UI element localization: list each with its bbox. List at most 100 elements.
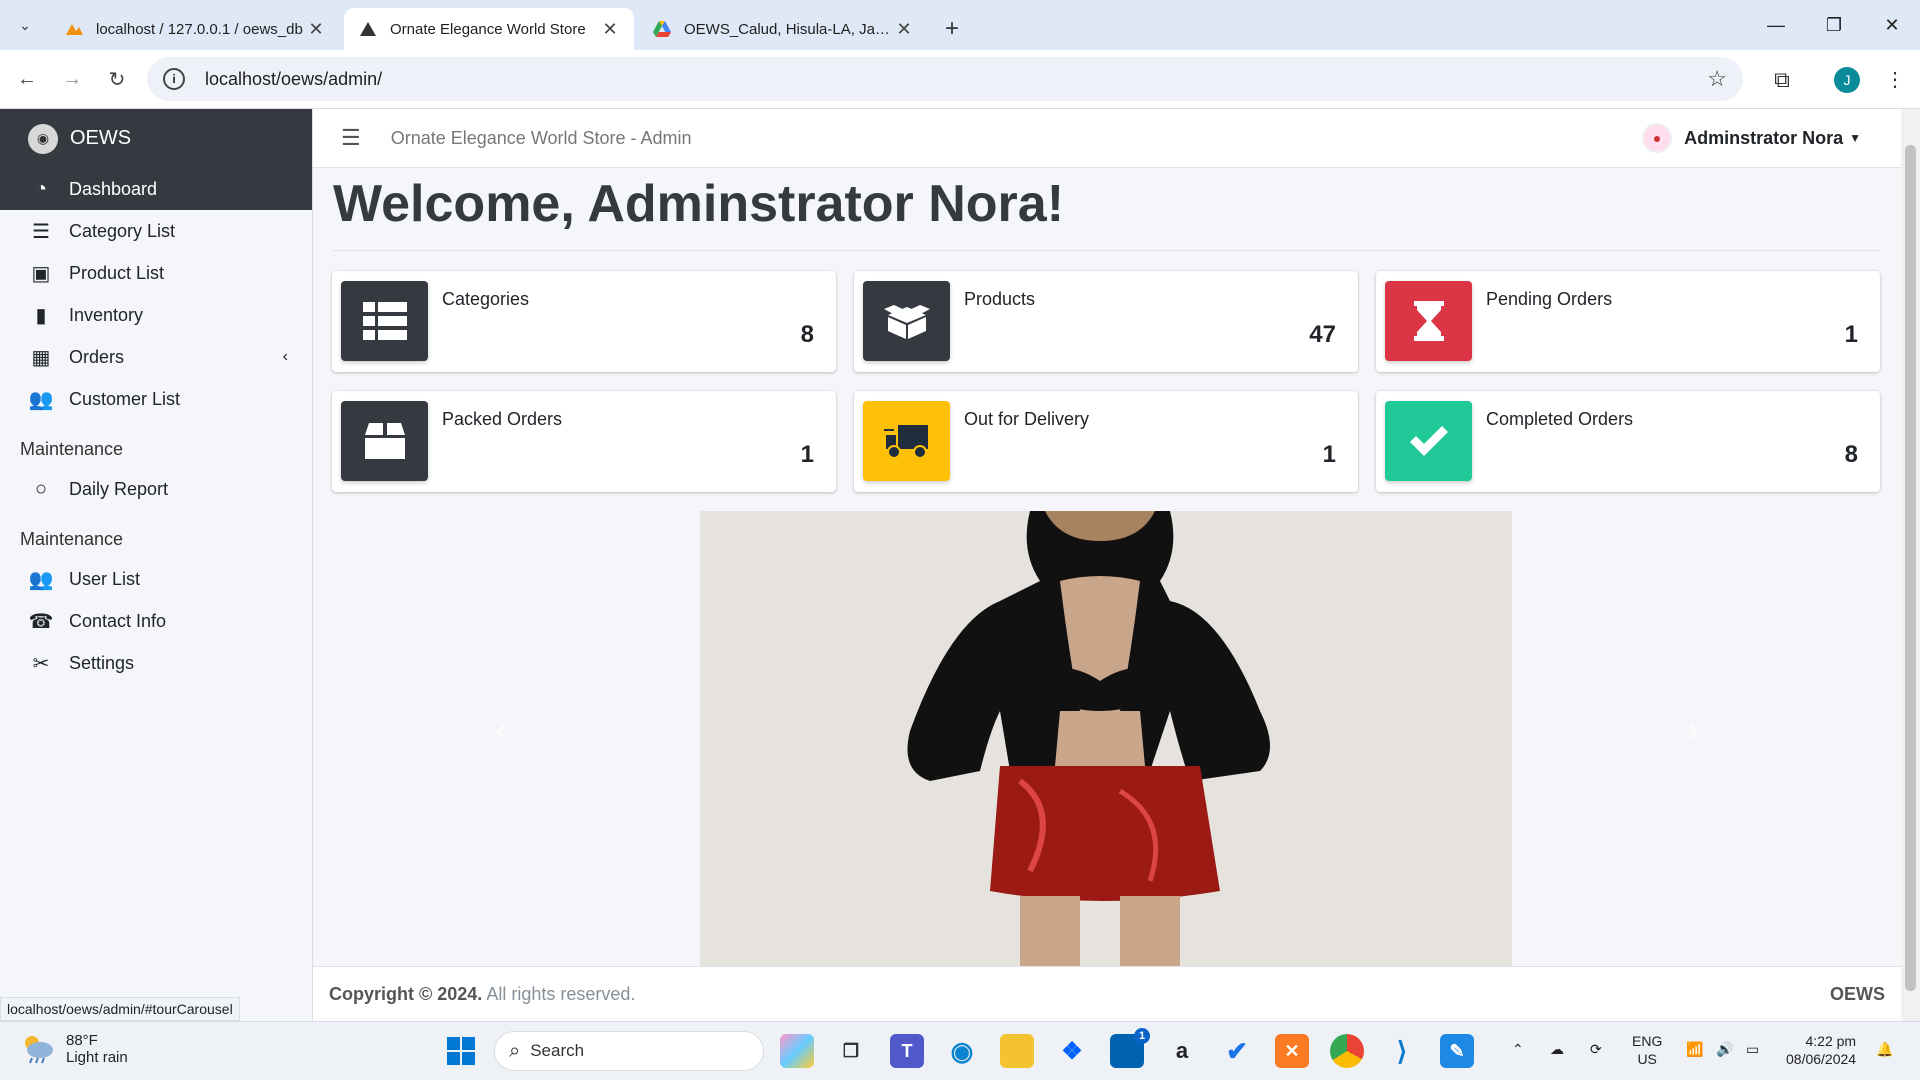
sidebar-item-label: Settings [69, 652, 135, 673]
language-code: ENG [1632, 1033, 1663, 1049]
sidebar-section-header: Maintenance [20, 439, 124, 459]
reload-button[interactable]: ↻ [99, 61, 135, 97]
browser-tab[interactable]: OEWS_Calud, Hisula-LA, Jayecti ✕ [638, 8, 928, 50]
clock[interactable]: 4:22 pm 08/06/2024 [1786, 1032, 1856, 1068]
sidebar-item-contact-info[interactable]: ☎ Contact Info [0, 600, 312, 642]
clock-time: 4:22 pm [1805, 1033, 1857, 1049]
windows-taskbar: 88°F Light rain ⌕ Search ❒ T ◉ ❖ 1 a ✔ ✕… [0, 1021, 1920, 1080]
teams-icon[interactable]: T [890, 1034, 924, 1068]
address-input[interactable]: i localhost/oews/admin/ ☆ [147, 57, 1743, 101]
minimize-button[interactable]: — [1748, 0, 1804, 50]
sync-icon[interactable]: ⟳ [1590, 1040, 1602, 1058]
sidebar-item-settings[interactable]: ✂ Settings [0, 642, 312, 684]
todo-icon[interactable]: ✔ [1220, 1034, 1254, 1068]
info-box-categories: Categories 8 [332, 271, 836, 372]
user-dropdown[interactable]: ● Adminstrator Nora ▼ [1642, 123, 1861, 153]
table-icon: ▦ [31, 346, 51, 369]
windows-start-icon[interactable] [444, 1034, 478, 1068]
profile-avatar[interactable]: J [1832, 50, 1862, 109]
clock-date: 08/06/2024 [1786, 1051, 1857, 1067]
extensions-icon[interactable]: ⧉ [1764, 50, 1800, 109]
back-button[interactable]: ← [9, 61, 45, 97]
sidebar-section-header: Maintenance [20, 529, 124, 549]
info-box-pending-orders: Pending Orders 1 [1376, 271, 1880, 372]
wifi-icon[interactable]: 📶 [1686, 1040, 1703, 1058]
phpmyadmin-icon [64, 19, 84, 39]
battery-icon[interactable]: ▭ [1746, 1040, 1759, 1058]
language-indicator[interactable]: ENG US [1632, 1032, 1662, 1068]
new-tab-button[interactable]: + [932, 8, 972, 50]
browser-tab[interactable]: localhost / 127.0.0.1 / oews_db ✕ [50, 8, 340, 50]
sidebar-item-orders[interactable]: ▦ Orders ‹ [0, 336, 312, 378]
sidebar-item-label: Dashboard [69, 178, 158, 199]
info-box-label: Packed Orders [442, 409, 563, 429]
sidebar-item-label: Orders [69, 346, 125, 367]
search-placeholder: Search [530, 1041, 585, 1060]
clipboard-icon: ▮ [35, 304, 47, 327]
volume-icon[interactable]: 🔊 [1716, 1040, 1733, 1058]
info-box-number: 8 [800, 321, 814, 348]
weather-widget[interactable]: 88°F Light rain [20, 1032, 128, 1066]
close-icon[interactable]: ✕ [894, 19, 914, 40]
profile-initial: J [1834, 66, 1860, 93]
taskbar-search-input[interactable]: ⌕ Search [494, 1031, 764, 1071]
sidebar-item-product-list[interactable]: ▣ Product List [0, 252, 312, 294]
chevron-left-icon[interactable]: ‹ [283, 348, 288, 366]
sidebar-item-label: Product List [69, 262, 165, 283]
onedrive-icon[interactable]: ☁ [1550, 1040, 1564, 1058]
carousel-next-icon[interactable]: › [1687, 708, 1699, 750]
th-list-icon [341, 281, 428, 361]
restore-button[interactable]: ❐ [1806, 0, 1862, 50]
edge-icon[interactable]: ◉ [945, 1034, 979, 1068]
info-box-number: 8 [1844, 441, 1858, 468]
store-icon[interactable]: 1 [1110, 1028, 1150, 1068]
sidebar-item-user-list[interactable]: 👥 User List [0, 558, 312, 600]
task-view-icon[interactable]: ❒ [834, 1034, 868, 1068]
weather-temp: 88°F [66, 1032, 98, 1049]
tools-icon: ✂ [32, 652, 50, 675]
scrollbar-thumb[interactable] [1905, 145, 1916, 991]
browser-tab-active[interactable]: Ornate Elegance World Store ✕ [344, 8, 634, 50]
bookmark-star-icon[interactable]: ☆ [1707, 66, 1727, 92]
file-explorer-icon[interactable] [1000, 1034, 1034, 1068]
chevron-up-icon[interactable]: ⌃ [1512, 1040, 1524, 1058]
vscode-icon[interactable]: ⟩ [1385, 1034, 1419, 1068]
sidebar-brand[interactable]: ◉ OEWS [0, 109, 312, 168]
footer-copyright: Copyright © 2024. [329, 983, 483, 1004]
info-box-label: Pending Orders [1486, 289, 1613, 309]
page-scrollbar[interactable] [1901, 109, 1920, 1021]
chrome-icon[interactable] [1330, 1034, 1364, 1068]
sidebar-item-label: Contact Info [69, 610, 167, 631]
menu-kebab-icon[interactable]: ⋮ [1880, 50, 1910, 109]
dropbox-icon[interactable]: ❖ [1055, 1034, 1089, 1068]
sidebar-item-inventory[interactable]: ▮ Inventory [0, 294, 312, 336]
close-icon[interactable]: ✕ [600, 19, 620, 40]
tour-carousel-image[interactable] [700, 511, 1512, 966]
copilot-icon[interactable] [780, 1034, 814, 1068]
sidebar-item-daily-report[interactable]: ○ Daily Report [0, 468, 312, 510]
check-icon [1385, 401, 1472, 481]
footer-rights: All rights reserved. [482, 983, 636, 1004]
sidebar-item-customer-list[interactable]: 👥 Customer List [0, 378, 312, 420]
box-open-icon [863, 281, 950, 361]
amazon-icon[interactable]: a [1165, 1034, 1199, 1068]
carousel-prev-icon[interactable]: ‹ [496, 708, 508, 750]
sidebar-item-label: Customer List [69, 388, 181, 409]
close-window-button[interactable]: ✕ [1864, 0, 1920, 50]
tab-title: Ornate Elegance World Store [390, 20, 586, 38]
forward-button[interactable]: → [54, 61, 90, 97]
xampp-icon[interactable]: ✕ [1275, 1034, 1309, 1068]
notification-bell-icon[interactable]: 🔔 [1876, 1040, 1893, 1058]
close-icon[interactable]: ✕ [306, 19, 326, 40]
sidebar-item-dashboard[interactable]: ◔ Dashboard [0, 168, 312, 210]
paint-icon[interactable]: ✎ [1440, 1034, 1474, 1068]
hourglass-icon [1385, 281, 1472, 361]
store-badge: 1 [1134, 1028, 1150, 1044]
hamburger-menu-icon[interactable]: ☰ [341, 125, 361, 151]
tab-search-button[interactable]: ⌄ [0, 0, 50, 50]
avatar: ● [1642, 123, 1673, 153]
site-info-icon[interactable]: i [163, 68, 185, 90]
search-icon: ⌕ [509, 1039, 521, 1062]
status-bar-url: localhost/oews/admin/#tourCarousel [0, 997, 240, 1021]
sidebar-item-category-list[interactable]: ☰ Category List [0, 210, 312, 252]
